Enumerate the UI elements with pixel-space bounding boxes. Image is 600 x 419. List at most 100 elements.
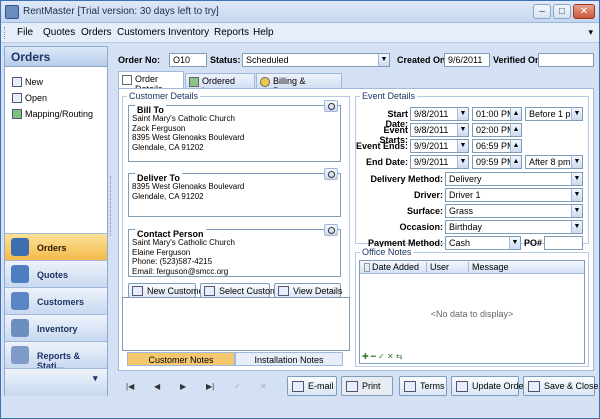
time-spin-icon[interactable]: ▲ — [510, 140, 521, 152]
order-tabs: Order Details Ordered Items Billing & Pa… — [118, 71, 596, 96]
menu-inventory[interactable]: Inventory — [168, 27, 209, 38]
event-ends-time-value: 06:59 PM — [476, 141, 515, 151]
menu-orders[interactable]: Orders — [81, 27, 112, 38]
time-spin-icon[interactable]: ▲ — [510, 156, 521, 168]
column-date-added[interactable]: Date Added — [372, 262, 419, 272]
event-ends-time-field[interactable]: 06:59 PM ▲ — [472, 139, 522, 153]
close-button[interactable]: ✕ — [573, 4, 595, 19]
order-no-label: Order No: — [118, 55, 161, 65]
time-spin-icon[interactable]: ▲ — [510, 124, 521, 136]
dropdown-arrow-icon[interactable]: ▼ — [378, 54, 389, 66]
event-starts-field[interactable]: 9/8/2011 ▼ — [410, 123, 469, 137]
nav-button-customers[interactable]: Customers — [5, 287, 107, 314]
created-on-field[interactable]: 9/6/2011 — [444, 53, 490, 67]
map-icon — [12, 109, 22, 119]
menu-file[interactable]: File — [17, 27, 33, 38]
dropdown-arrow-icon[interactable]: ▼ — [571, 108, 582, 120]
contact-line: Email: ferguson@smcc.org — [132, 266, 229, 276]
minimize-button[interactable]: – — [533, 4, 551, 19]
event-ends-field[interactable]: 9/9/2011 ▼ — [410, 139, 469, 153]
new-customer-icon — [132, 286, 143, 296]
nav-button-reports[interactable]: Reports & Stati... — [5, 341, 107, 371]
menu-reports[interactable]: Reports — [214, 27, 249, 38]
dropdown-arrow-icon[interactable]: ▼ — [509, 237, 520, 249]
order-no-field[interactable]: O10 — [169, 53, 207, 67]
bill-to-search-icon[interactable] — [324, 100, 338, 112]
save-close-button[interactable]: Save & Close — [523, 376, 599, 396]
end-time-field[interactable]: 09:59 PM ▲ — [472, 155, 522, 169]
created-on-label: Created On: — [397, 55, 449, 65]
title-bar: RentMaster [Trial version: 30 days left … — [1, 1, 599, 23]
calendar-dropdown-icon[interactable]: ▼ — [457, 156, 468, 168]
dropdown-arrow-icon[interactable]: ▼ — [571, 205, 582, 217]
grid-navigator[interactable]: ✚ ━ ✓ ✕ ⇆ — [362, 352, 403, 361]
surface-select[interactable]: Grass ▼ — [445, 204, 583, 218]
driver-value: Driver 1 — [449, 190, 481, 200]
tab-ordered-items[interactable]: Ordered Items — [185, 73, 255, 96]
nav-link-mapping[interactable]: Mapping/Routing — [12, 109, 93, 119]
nav-button-quotes[interactable]: Quotes — [5, 260, 107, 287]
verified-on-field[interactable] — [538, 53, 594, 67]
start-date-field[interactable]: 9/8/2011 ▼ — [410, 107, 469, 121]
menu-help[interactable]: Help — [253, 27, 274, 38]
nav-link-open[interactable]: Open — [12, 93, 47, 103]
tab-billing-payments[interactable]: Billing & Payments — [256, 73, 342, 96]
calendar-dropdown-icon[interactable]: ▼ — [457, 140, 468, 152]
nav-link-new[interactable]: New — [12, 77, 43, 87]
next-record-icon[interactable]: ▶ — [180, 382, 186, 391]
nav-button-label: Customers — [37, 297, 85, 307]
button-label: E-mail — [308, 381, 334, 391]
start-time-field[interactable]: 01:00 PM ▲ — [472, 107, 522, 121]
terms-button[interactable]: Terms — [399, 376, 447, 396]
column-user[interactable]: User — [426, 262, 449, 272]
dropdown-arrow-icon[interactable]: ▼ — [571, 189, 582, 201]
update-order-icon — [456, 381, 468, 392]
status-select[interactable]: Scheduled ▼ — [242, 53, 390, 67]
nav-button-inventory[interactable]: Inventory — [5, 314, 107, 341]
menu-overflow-icon[interactable]: ▾ — [588, 27, 593, 38]
confirm-icon[interactable]: ✓ — [234, 382, 241, 391]
reports-icon — [11, 346, 29, 364]
driver-select[interactable]: Driver 1 ▼ — [445, 188, 583, 202]
deliver-to-search-icon[interactable] — [324, 168, 338, 180]
nav-configure-button[interactable]: ▾ — [5, 368, 107, 396]
print-button[interactable]: Print — [341, 376, 393, 396]
menu-quotes[interactable]: Quotes — [43, 27, 75, 38]
nav-button-orders[interactable]: Orders — [5, 233, 107, 260]
office-notes-grid[interactable]: Date Added User Message <No data to disp… — [359, 260, 585, 364]
event-starts-time-field[interactable]: 02:00 PM ▲ — [472, 123, 522, 137]
occasion-select[interactable]: Birthday ▼ — [445, 220, 583, 234]
menu-customers[interactable]: Customers — [117, 27, 165, 38]
tab-order-details[interactable]: Order Details — [118, 71, 184, 94]
end-date-field[interactable]: 9/9/2011 ▼ — [410, 155, 469, 169]
last-record-icon[interactable]: ▶| — [206, 382, 214, 391]
calendar-dropdown-icon[interactable]: ▼ — [457, 108, 468, 120]
previous-record-icon[interactable]: ◀ — [154, 382, 160, 391]
delivery-method-select[interactable]: Delivery ▼ — [445, 172, 583, 186]
dropdown-arrow-icon[interactable]: ▼ — [571, 173, 582, 185]
grid-header: Date Added User Message — [360, 261, 584, 274]
tab-customer-notes[interactable]: Customer Notes — [127, 352, 235, 366]
cancel-icon[interactable]: ✕ — [260, 382, 267, 391]
address-line: Glendale, CA 91202 — [132, 142, 204, 152]
nav-link-label: Open — [25, 93, 48, 103]
grid-select-all[interactable] — [364, 263, 370, 272]
contact-search-icon[interactable] — [324, 224, 338, 236]
notes-textarea[interactable] — [122, 297, 350, 351]
tab-installation-notes[interactable]: Installation Notes — [235, 352, 343, 366]
po-field[interactable] — [544, 236, 583, 250]
inventory-icon — [11, 319, 29, 337]
update-order-button[interactable]: Update Order — [451, 376, 527, 396]
dropdown-arrow-icon[interactable]: ▼ — [571, 156, 582, 168]
email-button[interactable]: E-mail — [287, 376, 337, 396]
time-spin-icon[interactable]: ▲ — [510, 108, 521, 120]
grid-empty-text: <No data to display> — [430, 309, 514, 319]
maximize-button[interactable]: □ — [553, 4, 571, 19]
start-rule-select[interactable]: Before 1 pm ▼ — [525, 107, 583, 121]
payment-method-select[interactable]: Cash ▼ — [445, 236, 521, 250]
first-record-icon[interactable]: |◀ — [126, 382, 134, 391]
end-rule-select[interactable]: After 8 pm ▼ — [525, 155, 583, 169]
dropdown-arrow-icon[interactable]: ▼ — [571, 221, 582, 233]
calendar-dropdown-icon[interactable]: ▼ — [457, 124, 468, 136]
column-message[interactable]: Message — [468, 262, 509, 272]
